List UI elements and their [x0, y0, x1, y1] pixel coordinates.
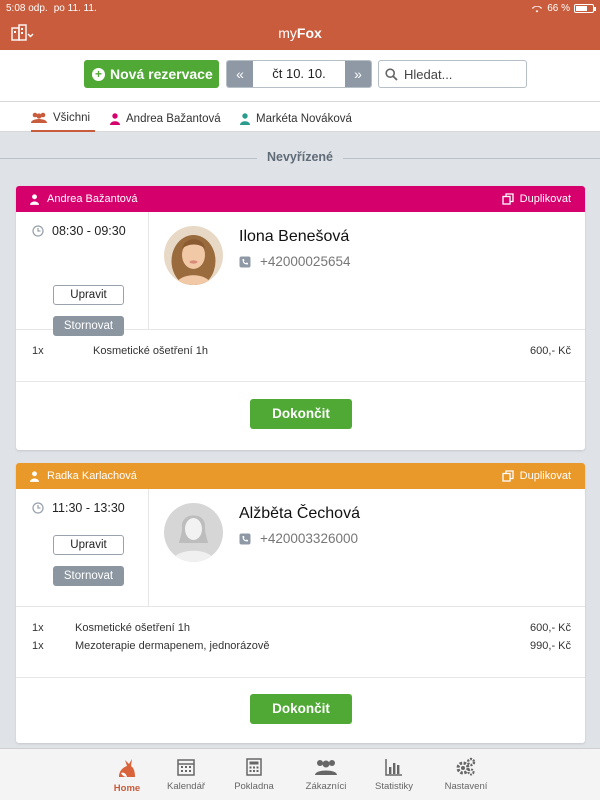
bar-chart-icon	[385, 759, 402, 776]
complete-button[interactable]: Dokončit	[250, 694, 352, 724]
wifi-icon	[532, 5, 543, 12]
list-item: 1x Mezoterapie dermapenem, jednorázově 9…	[32, 640, 571, 652]
calendar-icon	[177, 759, 195, 776]
gears-icon	[456, 757, 476, 776]
prev-day-button[interactable]: «	[227, 61, 253, 87]
nav-home[interactable]: Home	[95, 757, 159, 794]
current-date-label[interactable]: čt 10. 10.	[253, 61, 345, 87]
nav-settings[interactable]: Nastavení	[434, 757, 498, 792]
duplicate-icon	[501, 470, 514, 482]
person-icon	[30, 470, 39, 482]
battery-icon	[574, 3, 596, 13]
reservation-time: 08:30 - 09:30	[32, 224, 126, 238]
reservation-card: Radka Karlachová Duplikovat 11:30 - 13:3…	[16, 463, 585, 743]
list-item: 1x Kosmetické ošetření 1h 600,- Kč	[32, 622, 571, 634]
building-switch-icon[interactable]	[10, 24, 34, 42]
people-icon	[31, 112, 47, 123]
status-time: 5:08 odp.	[6, 2, 48, 14]
phone-icon	[239, 256, 251, 267]
calculator-icon	[246, 758, 262, 776]
reservation-card-header: Andrea Bažantová Duplikovat	[16, 186, 585, 212]
staff-tabs: Všichni Andrea Bažantová Markéta Novákov…	[0, 102, 600, 132]
battery-percent: 66 %	[547, 2, 570, 14]
nav-calendar[interactable]: Kalendář	[154, 757, 218, 792]
nav-statistics[interactable]: Statistiky	[362, 757, 426, 792]
cancel-button[interactable]: Stornovat	[53, 566, 124, 586]
duplicate-icon	[501, 193, 514, 205]
date-picker: « čt 10. 10. »	[226, 60, 372, 88]
staff-name: Radka Karlachová	[47, 470, 137, 482]
new-reservation-button[interactable]: + Nová rezervace	[84, 60, 219, 88]
search-placeholder: Hledat...	[404, 66, 453, 82]
app-title: myFox	[278, 25, 322, 41]
person-icon	[110, 113, 120, 125]
clock-icon	[32, 225, 44, 237]
people-icon	[315, 760, 337, 775]
avatar	[164, 226, 223, 285]
toolbar: + Nová rezervace « čt 10. 10. » Hledat..…	[0, 50, 600, 102]
person-icon	[240, 113, 250, 125]
duplicate-button[interactable]: Duplikovat	[501, 470, 571, 482]
search-input[interactable]: Hledat...	[378, 60, 527, 88]
nav-pokladna[interactable]: Pokladna	[222, 757, 286, 792]
edit-button[interactable]: Upravit	[53, 535, 124, 555]
nav-customers[interactable]: Zákazníci	[294, 757, 358, 792]
section-header: Nevyřízené	[0, 148, 600, 170]
service-items: 1x Kosmetické ošetření 1h 600,- Kč	[16, 330, 585, 382]
reservation-card: Andrea Bažantová Duplikovat 08:30 - 09:3…	[16, 186, 585, 450]
customer-name[interactable]: Alžběta Čechová	[239, 505, 360, 523]
reservation-card-header: Radka Karlachová Duplikovat	[16, 463, 585, 489]
app-header: myFox	[0, 16, 600, 50]
tab-andrea-bazantova[interactable]: Andrea Bažantová	[110, 106, 221, 132]
service-items: 1x Kosmetické ošetření 1h 600,- Kč 1x Me…	[16, 607, 585, 678]
reservation-time: 11:30 - 13:30	[32, 501, 125, 515]
customer-phone[interactable]: +420003326000	[239, 531, 358, 546]
clock-icon	[32, 502, 44, 514]
tab-all[interactable]: Všichni	[31, 106, 95, 132]
phone-icon	[239, 533, 251, 544]
bottom-nav: Home Kalendář Pokladna Zákazníci Statist…	[0, 748, 600, 800]
staff-name: Andrea Bažantová	[47, 193, 138, 205]
duplicate-button[interactable]: Duplikovat	[501, 193, 571, 205]
list-item: 1x Kosmetické ošetření 1h 600,- Kč	[32, 345, 571, 357]
fox-icon	[119, 759, 135, 777]
next-day-button[interactable]: »	[345, 61, 371, 87]
plus-icon: +	[92, 67, 105, 81]
complete-button[interactable]: Dokončit	[250, 399, 352, 429]
customer-phone[interactable]: +42000025654	[239, 254, 350, 269]
status-bar: 5:08 odp. po 11. 11. 66 %	[0, 0, 600, 16]
edit-button[interactable]: Upravit	[53, 285, 124, 305]
customer-name[interactable]: Ilona Benešová	[239, 228, 349, 246]
avatar-placeholder	[164, 503, 223, 562]
tab-marketa-novakova[interactable]: Markéta Nováková	[240, 106, 352, 132]
search-icon	[385, 67, 398, 81]
status-date: po 11. 11.	[53, 2, 97, 14]
person-icon	[30, 193, 39, 205]
